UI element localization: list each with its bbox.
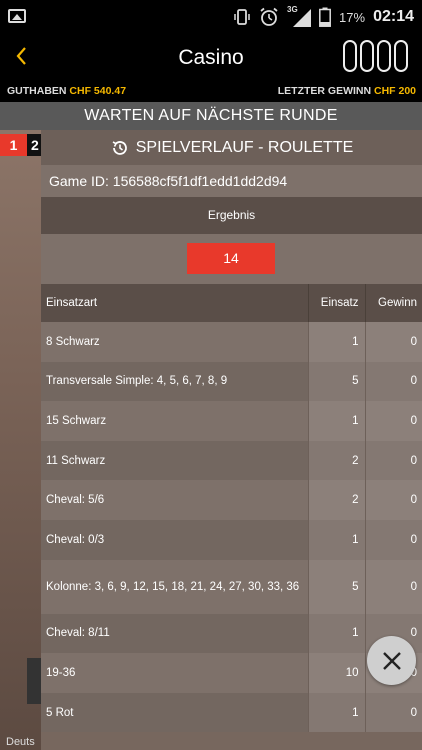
status-bar: 3G 17% 02:14 [0,0,422,34]
bet-win: 0 [364,440,422,481]
background-thumbnail [27,658,41,704]
bet-stake: 10 [307,653,365,693]
bet-stake: 2 [307,440,365,481]
table-row: 5 Rot 1 0 [41,692,422,733]
app-header: Casino [0,34,422,84]
game-id: Game ID: 156588cf5f1df1edd1dd2d94 [41,165,422,197]
table-header: Einsatzart Einsatz Gewinn [41,284,422,322]
last-win-value: CHF 200 [373,85,416,97]
alarm-icon [260,7,278,26]
bet-type: 8 Schwarz [41,322,308,362]
bet-stake: 1 [307,613,365,654]
history-icon [112,140,127,155]
bet-win: 0 [364,692,422,733]
panel-title-text: SPIELVERLAUF - ROULETTE [135,138,354,156]
table-row: Cheval: 0/3 1 0 [41,519,422,560]
battery-icon [319,7,331,27]
bet-type: Cheval: 0/3 [41,519,308,560]
bet-stake: 1 [307,401,365,441]
close-icon [382,651,401,670]
column-header-gewinn: Gewinn [364,284,422,322]
bet-stake: 1 [307,519,365,560]
bet-type: 5 Rot [41,692,308,733]
bet-win: 0 [364,322,422,362]
battery-percent: 17% [339,9,366,25]
bet-stake: 5 [307,559,365,614]
language-label: Deuts [6,736,35,748]
bet-stake: 2 [307,480,365,520]
table-row: Kolonne: 3, 6, 9, 12, 15, 18, 21, 24, 27… [41,559,422,614]
bet-stake: 5 [307,361,365,402]
bet-win: 0 [364,401,422,441]
guthaben-label: GUTHABEN [7,85,67,97]
bet-stake: 1 [307,692,365,733]
panel-title: SPIELVERLAUF - ROULETTE [41,130,422,165]
history-panel: SPIELVERLAUF - ROULETTE Game ID: 156588c… [41,130,422,750]
history-number-badge: 2 [27,134,41,156]
bet-win: 0 [364,559,422,614]
counter-digit [360,40,374,72]
close-button[interactable] [367,636,416,685]
table-row: Transversale Simple: 4, 5, 6, 7, 8, 9 5 … [41,361,422,402]
bet-stake: 1 [307,322,365,362]
history-number-badge: 1 [0,134,27,156]
result-number: 14 [187,243,275,274]
table-row: 19-36 10 0 [41,653,422,693]
table-row: Cheval: 5/6 2 0 [41,480,422,520]
guthaben-value: CHF 540.47 [69,85,127,97]
bet-type: Cheval: 5/6 [41,480,308,520]
table-row: 15 Schwarz 1 0 [41,401,422,441]
image-icon [8,9,26,23]
bets-table: Einsatzart Einsatz Gewinn 8 Schwarz 1 0 … [41,284,422,733]
counter-digit [394,40,408,72]
clock: 02:14 [373,8,414,25]
signal-icon [293,9,312,27]
bet-win: 0 [364,361,422,402]
last-win-label: LETZTER GEWINN [277,85,372,97]
bet-win: 0 [364,519,422,560]
bet-type: Transversale Simple: 4, 5, 6, 7, 8, 9 [41,361,308,402]
column-header-einsatzart: Einsatzart [41,284,308,322]
vibrate-icon [234,9,250,25]
bet-type: 15 Schwarz [41,401,308,441]
bet-type: 19-36 [41,653,308,693]
table-row: Cheval: 8/11 1 0 [41,613,422,654]
ergebnis-label: Ergebnis [41,197,422,234]
result-row: 14 [41,234,422,284]
digit-counter [343,40,408,72]
waiting-banner: WARTEN AUF NÄCHSTE RUNDE [0,102,422,130]
bet-win: 0 [364,480,422,520]
bet-type: Kolonne: 3, 6, 9, 12, 15, 18, 21, 24, 27… [41,559,308,614]
counter-digit [343,40,357,72]
bet-type: Cheval: 8/11 [41,613,308,654]
bet-type: 11 Schwarz [41,440,308,481]
table-row: 8 Schwarz 1 0 [41,322,422,362]
counter-digit [377,40,391,72]
balance-bar: GUTHABEN CHF 540.47 LETZTER GEWINN CHF 2… [0,82,422,102]
column-header-einsatz: Einsatz [307,284,365,322]
table-row: 11 Schwarz 2 0 [41,440,422,481]
